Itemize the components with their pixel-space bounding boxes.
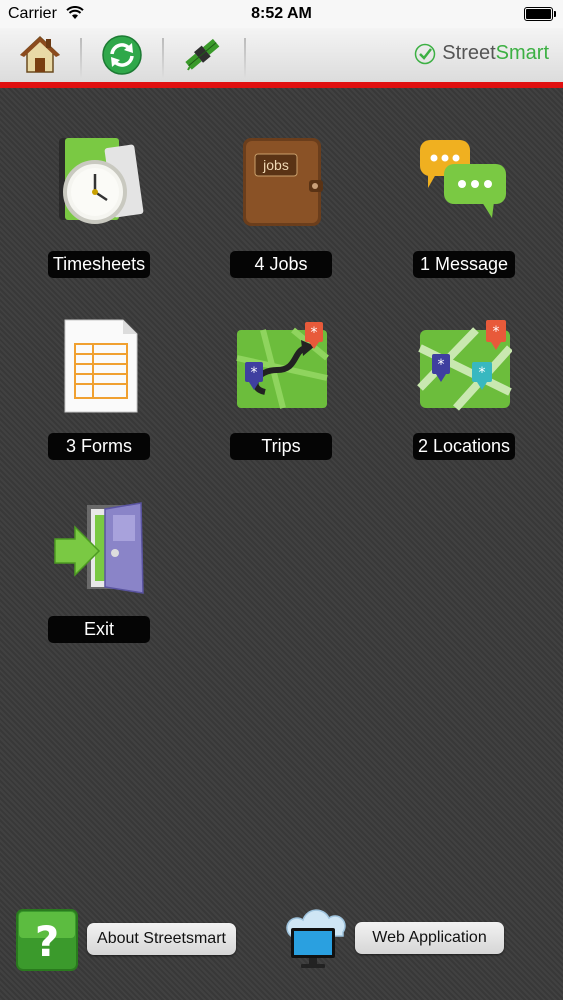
- brand-logo: StreetSmart: [414, 42, 549, 65]
- menu-item-label: Trips: [230, 433, 332, 460]
- satellite-button[interactable]: [182, 34, 224, 76]
- status-bar: Carrier 8:52 AM: [0, 0, 563, 28]
- trips-map-icon: * *: [236, 322, 329, 409]
- menu-item-label: 1 Message: [413, 251, 515, 278]
- sync-icon: [102, 35, 142, 75]
- about-icon-button[interactable]: ?: [16, 909, 78, 971]
- svg-text:*: *: [479, 365, 486, 381]
- svg-text:*: *: [438, 357, 445, 373]
- menu-item-timesheets[interactable]: Timesheets: [47, 136, 151, 278]
- menu-item-label: Timesheets: [48, 251, 150, 278]
- sync-button[interactable]: [101, 34, 143, 76]
- menu-item-label: 4 Jobs: [230, 251, 332, 278]
- menu-item-forms[interactable]: 3 Forms: [47, 318, 151, 460]
- locations-map-icon: * * *: [417, 320, 513, 411]
- check-icon: [415, 43, 436, 64]
- home-icon: [20, 35, 60, 73]
- toolbar: StreetSmart: [0, 28, 563, 82]
- exit-door-icon: [54, 502, 144, 594]
- main-menu: Timesheets jobs 4 Jobs 1 Message 3 Forms…: [0, 88, 563, 1000]
- menu-item-jobs[interactable]: jobs 4 Jobs: [229, 136, 333, 278]
- brand-smart: Smart: [495, 42, 549, 64]
- svg-text:*: *: [251, 365, 258, 381]
- battery-icon: [524, 7, 556, 21]
- help-question-icon: ?: [16, 909, 78, 971]
- cloud-monitor-icon: [286, 909, 346, 968]
- menu-item-locations[interactable]: * * * 2 Locations: [412, 318, 516, 460]
- form-document-icon: [64, 319, 138, 413]
- menu-item-label: Exit: [48, 616, 150, 643]
- svg-text:*: *: [493, 324, 500, 340]
- web-application-button[interactable]: Web Application: [355, 922, 504, 954]
- about-button[interactable]: About Streetsmart: [87, 923, 236, 955]
- toolbar-divider: [80, 38, 82, 78]
- message-bubbles-icon: [420, 140, 506, 218]
- timesheet-clock-icon: [59, 138, 144, 224]
- clock: 8:52 AM: [251, 5, 312, 22]
- jobs-folder-icon: jobs: [243, 138, 323, 226]
- satellite-icon: [185, 38, 220, 71]
- menu-item-exit[interactable]: Exit: [47, 501, 151, 643]
- jobs-folder-text: jobs: [262, 157, 289, 173]
- svg-text:*: *: [311, 325, 318, 341]
- menu-item-trips[interactable]: * * Trips: [229, 318, 333, 460]
- menu-item-messages[interactable]: 1 Message: [412, 136, 516, 278]
- home-button[interactable]: [19, 34, 61, 76]
- menu-item-label: 2 Locations: [413, 433, 515, 460]
- svg-text:?: ?: [35, 917, 59, 966]
- brand-street: Street: [442, 42, 496, 64]
- web-app-icon-button[interactable]: [283, 906, 347, 970]
- menu-item-label: 3 Forms: [48, 433, 150, 460]
- toolbar-divider: [244, 38, 246, 78]
- toolbar-divider: [162, 38, 164, 78]
